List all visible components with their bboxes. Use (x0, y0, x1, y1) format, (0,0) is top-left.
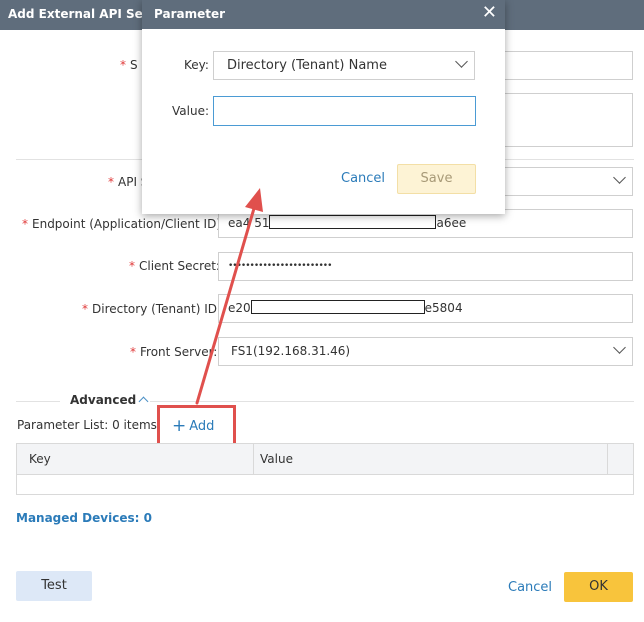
modal-cancel-button[interactable]: Cancel (341, 171, 385, 186)
key-select-value: Directory (Tenant) Name (227, 58, 387, 73)
cancel-button[interactable]: Cancel (508, 580, 552, 595)
managed-devices-link[interactable]: Managed Devices: 0 (16, 511, 152, 525)
parameter-table: Key Value (16, 443, 634, 495)
front-server-label: * Front Server: (130, 345, 218, 359)
key-label: Key: (184, 58, 209, 72)
directory-value-start: e20 (228, 301, 251, 315)
front-server-value: FS1(192.168.31.46) (231, 344, 351, 358)
column-divider (607, 444, 608, 474)
directory-id-label: * Directory (Tenant) ID: (82, 302, 222, 316)
column-header-value: Value (260, 452, 293, 466)
modal-save-button[interactable]: Save (397, 164, 476, 194)
value-label: Value: (172, 104, 209, 118)
advanced-divider-left (16, 401, 60, 402)
column-divider (253, 444, 254, 474)
required-asterisk: * (129, 259, 135, 273)
close-icon[interactable]: ✕ (482, 3, 497, 23)
endpoint-label: * Endpoint (Application/Client ID): (22, 217, 226, 231)
ok-button[interactable]: OK (564, 572, 633, 602)
directory-value-end: e5804 (424, 301, 463, 315)
endpoint-value-mid: 51 (254, 216, 270, 230)
chevron-down-icon (613, 171, 626, 184)
advanced-divider-right (150, 401, 634, 402)
chevron-up-icon (138, 396, 149, 407)
description-textarea[interactable] (490, 93, 633, 147)
redaction-box (250, 300, 425, 314)
test-button[interactable]: Test (16, 571, 92, 601)
required-asterisk: * (130, 345, 136, 359)
table-header: Key Value (17, 444, 633, 475)
top-field-input[interactable] (490, 51, 633, 80)
parameter-modal: Parameter ✕ Key: Directory (Tenant) Name… (142, 0, 505, 214)
required-asterisk: * (120, 58, 126, 72)
chevron-down-icon (455, 55, 468, 68)
endpoint-value-start: ea4 (228, 216, 251, 230)
column-header-key: Key (29, 452, 51, 466)
key-select[interactable]: Directory (Tenant) Name (213, 51, 475, 80)
modal-header: Parameter ✕ (142, 0, 505, 29)
parameter-list-count: Parameter List: 0 items (17, 418, 157, 432)
client-secret-label: * Client Secret: (129, 259, 220, 273)
required-asterisk: * (22, 217, 28, 231)
api-select[interactable] (490, 167, 633, 196)
redaction-box (269, 215, 437, 229)
directory-id-input[interactable]: e20 e5804 (218, 294, 633, 323)
annotation-highlight-box (157, 405, 236, 447)
required-asterisk: * (82, 302, 88, 316)
value-input[interactable] (213, 96, 476, 126)
client-secret-input[interactable]: •••••••••••••••••••••••• (218, 252, 633, 281)
endpoint-value-end: a6ee (436, 216, 467, 230)
advanced-label: Advanced (70, 393, 137, 407)
advanced-toggle[interactable]: Advanced (70, 393, 149, 407)
modal-title: Parameter (154, 7, 226, 21)
front-server-select[interactable]: FS1(192.168.31.46) (218, 337, 633, 366)
chevron-down-icon (613, 341, 626, 354)
field-label-partial-top: * S (120, 58, 138, 72)
required-asterisk: * (108, 175, 114, 189)
